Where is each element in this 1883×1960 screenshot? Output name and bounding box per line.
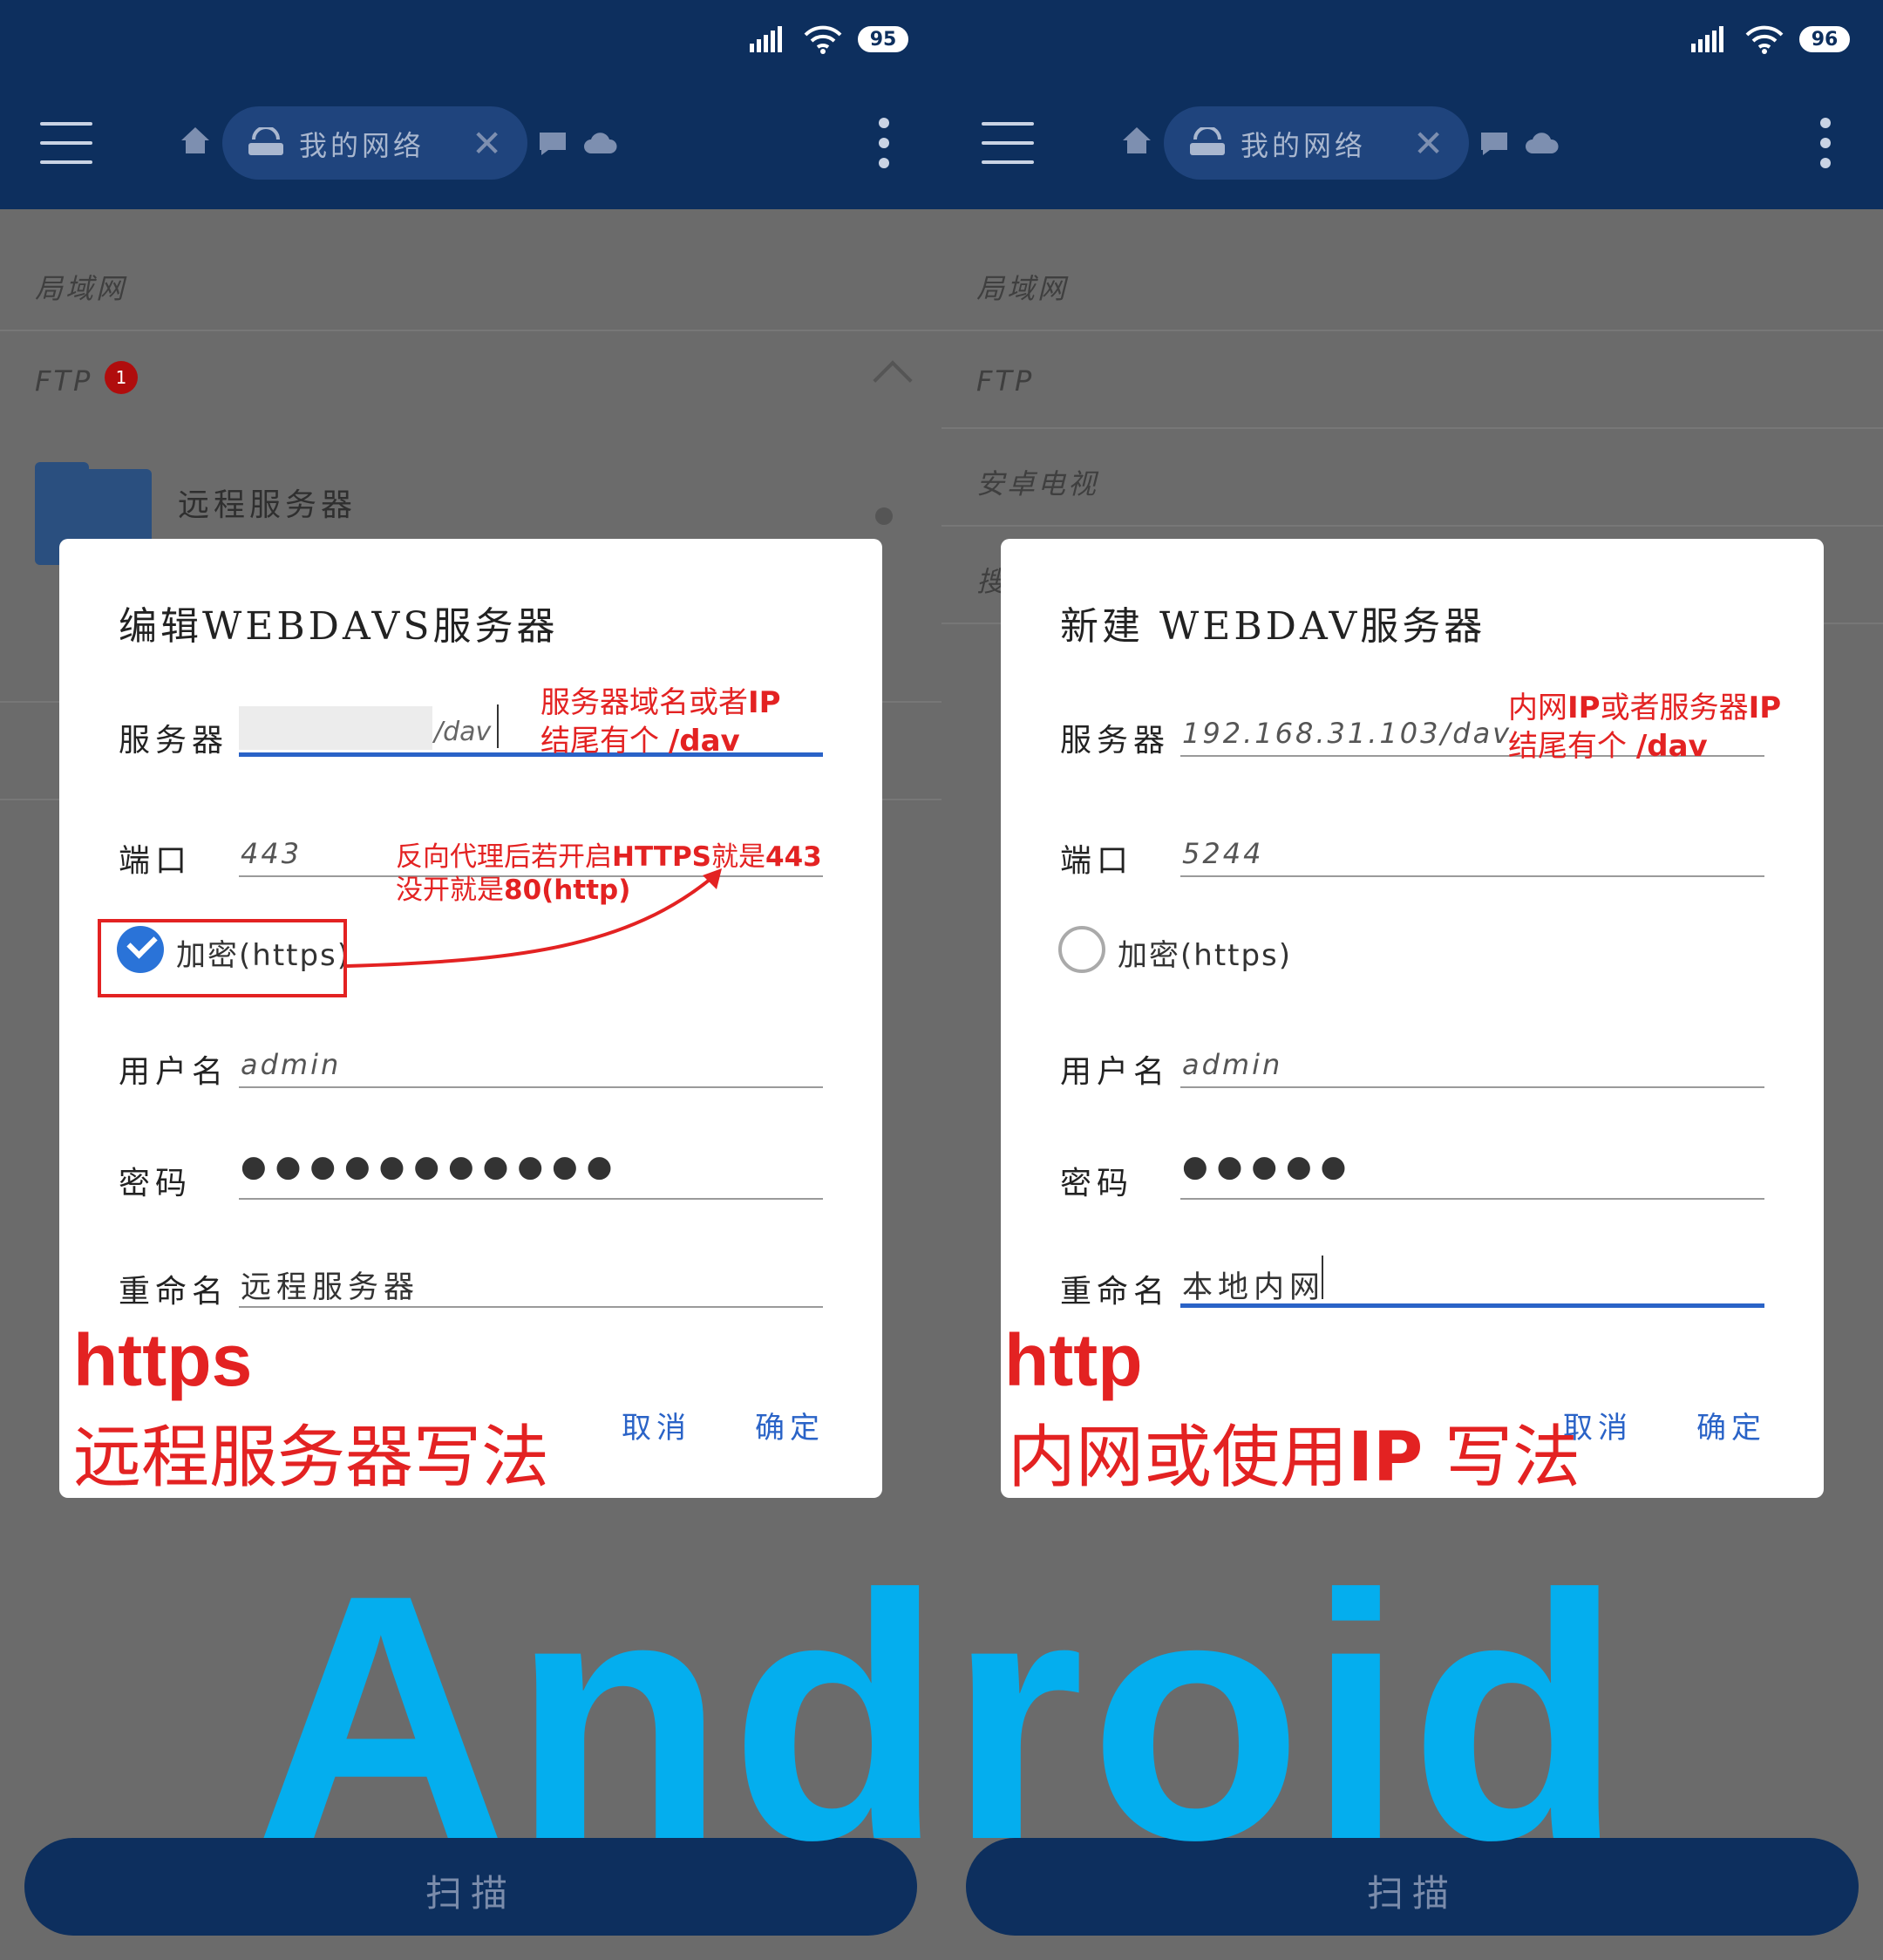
arrow-annotation [346,868,722,968]
confirm-button[interactable]: 确定 [755,1404,825,1446]
password-value: ●●●●● [1182,1149,1356,1184]
cloud-icon[interactable] [582,131,617,155]
server-suffix: /dav [434,717,492,747]
encrypt-checkbox[interactable] [1058,926,1105,973]
menu-icon[interactable] [40,122,92,167]
ftp-count-badge: 1 [105,361,138,394]
dialog-title: 编辑WEBDAVS服务器 [119,604,559,649]
cancel-button[interactable]: 取消 [622,1404,691,1446]
password-input[interactable]: ●●●●● [1180,1139,1764,1200]
folder-status-dot [875,507,893,525]
menu-icon[interactable] [982,122,1034,167]
confirm-button[interactable]: 确定 [1696,1404,1766,1446]
lan-label: 局域网 [35,272,127,305]
chat-bubble-icon[interactable] [538,131,568,157]
username-label: 用户名 [119,1054,229,1090]
list-item-ftp[interactable]: FTP [942,331,1883,429]
rename-input[interactable]: 远程服务器 [239,1247,823,1308]
signal-icon [1691,26,1723,52]
password-label: 密码 [1060,1166,1134,1201]
redacted-host [239,706,432,750]
app-bar: 我的网络 ✕ [942,87,1883,209]
home-icon[interactable] [180,126,211,155]
remote-method-subtitle: 远程服务器写法 [73,1419,550,1497]
ftp-label: FTP [35,364,93,398]
rename-value: 远程服务器 [241,1270,420,1305]
app-bar: 我的网络 ✕ [0,87,942,209]
wifi-icon [1745,25,1784,54]
encrypt-highlight-box [98,919,347,997]
encrypt-label: 加密(https) [1118,938,1293,973]
android-overlay-title: Android [255,1522,1628,1912]
rename-input[interactable]: 本地内网 [1180,1247,1764,1308]
home-icon[interactable] [1121,126,1152,155]
server-value: 192.168.31.103/dav [1182,717,1513,750]
status-bar: 95 [0,0,942,87]
username-label: 用户名 [1060,1054,1171,1090]
close-icon[interactable]: ✕ [1413,122,1444,165]
wifi-icon [804,25,842,54]
port-value: 5244 [1182,837,1264,870]
server-annotation: 内网IP或者服务器IP 结尾有个 /dav [1508,691,1782,764]
server-label: 服务器 [119,723,229,759]
username-input[interactable]: admin [1180,1027,1764,1088]
router-icon [248,127,283,155]
port-label: 端口 [1060,843,1134,879]
username-value: admin [241,1048,342,1081]
signal-icon [750,26,782,52]
port-input[interactable]: 5244 [1180,816,1764,877]
server-annotation: 服务器域名或者IP 结尾有个 /dav [540,685,781,759]
password-row: 密码 ●●●●● [1060,1139,1764,1217]
username-row: 用户名 admin [1060,1027,1764,1106]
tab-my-network[interactable]: 我的网络 ✕ [222,106,527,180]
server-label: 服务器 [1060,723,1171,759]
rename-value: 本地内网 [1182,1270,1326,1305]
tab-label: 我的网络 [1241,129,1367,162]
text-caret [497,704,499,748]
list-item-ftp[interactable]: FTP [0,331,942,429]
status-bar: 96 [942,0,1883,87]
android-tv-label: 安卓电视 [976,467,1099,500]
encrypt-checkbox-row[interactable]: 加密(https) [1058,922,1320,983]
battery-icon: 95 [858,26,908,52]
rename-label: 重命名 [1060,1274,1171,1310]
username-value: admin [1182,1048,1283,1081]
password-input[interactable]: ●●●●●●●●●●● [239,1139,823,1200]
more-vert-icon[interactable] [1820,118,1832,178]
password-row: 密码 ●●●●●●●●●●● [119,1139,823,1217]
list-item-lan[interactable]: 局域网 [942,234,1883,331]
https-big-title: https [73,1319,253,1401]
close-icon[interactable]: ✕ [472,122,502,165]
list-item-android-tv[interactable]: 安卓电视 [942,429,1883,527]
rename-row: 重命名 本地内网 [1060,1247,1764,1325]
port-label: 端口 [119,843,193,879]
dialog-title: 新建 WEBDAV服务器 [1060,604,1486,649]
password-value: ●●●●●●●●●●● [241,1149,622,1184]
text-caret [1322,1256,1323,1299]
port-row: 端口 5244 [1060,816,1764,895]
password-label: 密码 [119,1166,193,1201]
username-row: 用户名 admin [119,1027,823,1106]
cloud-icon[interactable] [1524,131,1559,155]
ftp-label: FTP [976,364,1035,398]
rename-row: 重命名 远程服务器 [119,1247,823,1325]
lan-label: 局域网 [976,272,1069,305]
rename-label: 重命名 [119,1274,229,1310]
list-item-lan[interactable]: 局域网 [0,234,942,331]
battery-icon: 96 [1799,26,1850,52]
http-big-title: http [1004,1319,1143,1401]
port-value: 443 [241,837,303,870]
username-input[interactable]: admin [239,1027,823,1088]
tab-my-network[interactable]: 我的网络 ✕ [1164,106,1469,180]
lan-method-subtitle: 内网或使用IP 写法 [1008,1419,1581,1497]
folder-title[interactable]: 远程服务器 [178,480,357,525]
router-icon [1190,127,1225,155]
chat-bubble-icon[interactable] [1479,131,1509,157]
more-vert-icon[interactable] [879,118,891,178]
tab-label: 我的网络 [299,129,425,162]
